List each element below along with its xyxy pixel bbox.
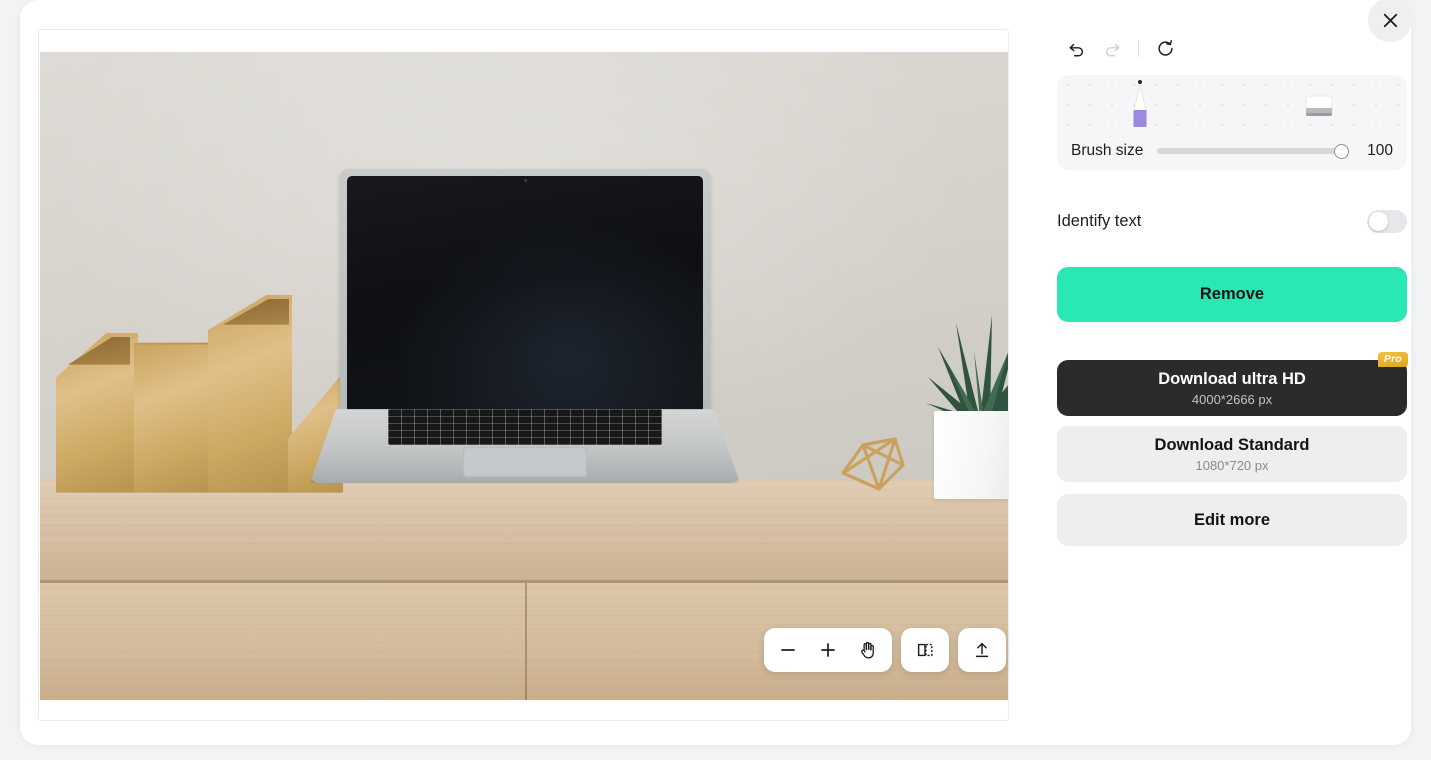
reset-icon[interactable] — [1149, 32, 1181, 64]
pro-badge: Pro — [1377, 352, 1408, 367]
upload-icon[interactable] — [962, 630, 1002, 670]
eraser-tool-icon[interactable] — [1302, 91, 1336, 125]
pan-hand-icon[interactable] — [848, 630, 888, 670]
brush-size-label: Brush size — [1071, 142, 1144, 159]
zoom-in-button[interactable] — [808, 630, 848, 670]
brush-size-row: Brush size 100 — [1057, 132, 1407, 170]
image-canvas[interactable] — [38, 29, 1009, 721]
ultra-hd-label: Download ultra HD — [1158, 369, 1306, 388]
edit-more-button[interactable]: Edit more — [1057, 494, 1407, 546]
brush-size-slider[interactable] — [1157, 141, 1349, 161]
standard-label: Download Standard — [1154, 435, 1310, 454]
edit-more-label: Edit more — [1193, 510, 1271, 529]
photo-plant — [920, 309, 1008, 500]
download-ultra-hd-button[interactable]: Download ultra HD 4000*2666 px Pro — [1057, 352, 1408, 416]
brush-panel: Brush size 100 — [1057, 75, 1407, 170]
history-toolbar — [1060, 32, 1181, 64]
editor-dialog: Brush size 100 Identify text Remove Down… — [20, 0, 1412, 745]
tools-panel: Brush size 100 Identify text Remove Down… — [1038, 0, 1411, 745]
zoom-pan-group — [764, 628, 892, 672]
download-standard-button[interactable]: Download Standard 1080*720 px — [1057, 426, 1407, 482]
slider-thumb[interactable] — [1334, 143, 1349, 159]
app-root: Brush size 100 Identify text Remove Down… — [0, 0, 1431, 760]
remove-button[interactable]: Remove — [1057, 267, 1407, 322]
slider-track — [1157, 148, 1337, 154]
toolbar-divider — [1138, 39, 1139, 57]
remove-button-label: Remove — [1199, 285, 1265, 303]
zoom-out-button[interactable] — [768, 630, 808, 670]
upload-group — [958, 628, 1006, 672]
compare-icon[interactable] — [905, 630, 945, 670]
identify-text-toggle[interactable] — [1367, 209, 1407, 233]
photo-image — [40, 52, 1008, 700]
canvas-bottom-strip — [39, 700, 1008, 720]
close-icon[interactable] — [1368, 0, 1412, 42]
undo-icon[interactable] — [1060, 32, 1092, 64]
compare-group — [901, 628, 949, 672]
standard-size: 1080*720 px — [1195, 457, 1269, 473]
brush-tool-icon[interactable] — [1126, 79, 1154, 131]
toggle-knob — [1369, 211, 1388, 231]
canvas-toolbar — [764, 628, 1006, 672]
identify-text-row: Identify text — [1057, 205, 1407, 237]
photo-gold-ornament — [833, 425, 913, 493]
brush-size-value: 100 — [1367, 142, 1393, 159]
canvas-top-strip — [39, 30, 1008, 52]
photo-laptop — [310, 169, 740, 499]
ultra-hd-size: 4000*2666 px — [1191, 391, 1273, 407]
photo-drawer-seam — [524, 583, 527, 700]
redo-icon[interactable] — [1096, 32, 1128, 64]
brush-panel-dot-pattern — [1057, 75, 1407, 137]
photo-gold-file-holders — [48, 293, 343, 493]
identify-text-label: Identify text — [1057, 211, 1142, 230]
